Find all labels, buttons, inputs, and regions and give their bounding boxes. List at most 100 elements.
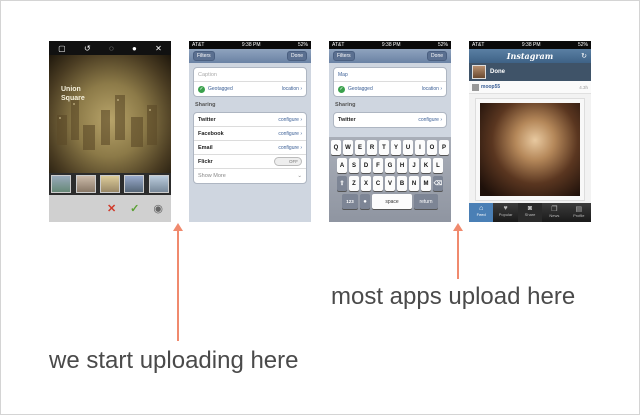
caption-group: Caption ✓ Geotagged location › <box>193 67 307 97</box>
caption-input[interactable]: Map <box>334 68 446 82</box>
caption-value: Map <box>338 71 348 78</box>
status-carrier: AT&T <box>332 42 345 48</box>
key[interactable]: Y <box>391 140 401 155</box>
done-button[interactable]: Done <box>427 51 447 61</box>
key[interactable]: W <box>343 140 353 155</box>
key[interactable]: P <box>439 140 449 155</box>
tab-label: Feed <box>476 212 486 217</box>
key[interactable]: A <box>337 158 347 173</box>
sharing-group: Twitter configure › <box>333 112 447 128</box>
key[interactable]: R <box>367 140 377 155</box>
eye-icon[interactable]: ◉ <box>153 202 163 215</box>
microphone-icon: ● <box>363 198 367 205</box>
return-key[interactable]: return <box>414 194 438 209</box>
filter-thumb[interactable] <box>148 175 169 193</box>
geotag-row[interactable]: ✓ Geotagged location › <box>194 82 306 96</box>
confirm-icon[interactable]: ✓ <box>130 202 139 215</box>
numbers-key[interactable]: 123 <box>342 194 358 209</box>
key[interactable]: N <box>409 176 419 191</box>
refresh-icon[interactable]: ↻ <box>581 52 587 60</box>
key[interactable]: L <box>433 158 443 173</box>
key[interactable]: C <box>373 176 383 191</box>
tab-share[interactable]: ◙ Share <box>517 203 543 222</box>
key[interactable]: D <box>361 158 371 173</box>
key[interactable]: G <box>385 158 395 173</box>
filter-thumb[interactable] <box>75 175 96 193</box>
tab-label: News <box>549 213 560 218</box>
flickr-toggle[interactable]: OFF <box>274 157 302 166</box>
sharing-row-email[interactable]: Email configure › <box>194 141 306 155</box>
space-key[interactable]: space <box>372 194 412 209</box>
key[interactable]: F <box>373 158 383 173</box>
check-icon: ✓ <box>338 85 345 93</box>
check-icon: ✓ <box>198 85 205 93</box>
sharing-row-twitter[interactable]: Twitter configure › <box>194 113 306 127</box>
key[interactable]: M <box>421 176 431 191</box>
cancel-icon[interactable]: ✕ <box>107 202 116 215</box>
filters-button[interactable]: Filters <box>193 51 215 61</box>
status-bar: AT&T 9:38 PM 52% <box>469 41 591 49</box>
sharing-label: Sharing <box>335 102 356 108</box>
tab-feed[interactable]: ⌂ Feed <box>469 203 494 222</box>
key[interactable]: Q <box>331 140 341 155</box>
sharing-row-twitter[interactable]: Twitter configure › <box>334 113 446 127</box>
chevron-right-icon: › <box>440 86 442 92</box>
upload-done-bar: Done <box>469 63 591 81</box>
close-icon[interactable]: ✕ <box>155 44 162 53</box>
mic-key[interactable]: ● <box>360 194 370 209</box>
shift-key[interactable]: ⇧ <box>337 176 347 191</box>
key[interactable]: S <box>349 158 359 173</box>
post-header: moop55 4.3h <box>469 81 591 94</box>
arrow-line-right <box>457 230 459 279</box>
filter-thumb[interactable] <box>99 175 120 193</box>
tab-popular[interactable]: ♥ Popular <box>493 203 517 222</box>
key[interactable]: T <box>379 140 389 155</box>
post-photo[interactable] <box>475 98 585 201</box>
tab-profile[interactable]: ▤ Profile <box>567 203 591 222</box>
heart-icon: ♥ <box>503 205 508 212</box>
filters-button[interactable]: Filters <box>333 51 355 61</box>
keyboard: Q W E R T Y U I O P A S D F G H J K L ⇧ … <box>329 137 451 222</box>
key[interactable]: H <box>397 158 407 173</box>
tab-label: Popular <box>498 212 513 217</box>
key[interactable]: O <box>427 140 437 155</box>
caption-input[interactable]: Caption <box>194 68 306 82</box>
key[interactable]: X <box>361 176 371 191</box>
tab-news[interactable]: ❐ News <box>542 203 566 222</box>
sharing-row-facebook[interactable]: Facebook configure › <box>194 127 306 141</box>
editor-bottombar: ✕ ✓ ◉ <box>49 195 171 222</box>
news-icon: ❐ <box>551 206 558 213</box>
show-more-row[interactable]: Show More ⌄ <box>194 169 306 183</box>
status-bar: AT&T 9:38 PM 52% <box>329 41 451 49</box>
geotagged-label: Geotagged <box>348 85 373 92</box>
filter-thumb[interactable] <box>124 175 145 193</box>
avatar[interactable] <box>472 83 479 91</box>
nav-bar: Filters Done <box>329 49 451 63</box>
username[interactable]: moop55 <box>481 84 500 90</box>
drop-icon[interactable]: ● <box>132 44 137 53</box>
geotag-row[interactable]: ✓ Geotagged location › <box>334 82 446 96</box>
location-label: location <box>281 86 299 92</box>
key[interactable]: J <box>409 158 419 173</box>
arrow-line-left <box>177 230 179 341</box>
key[interactable]: B <box>397 176 407 191</box>
done-label: Done <box>490 69 505 75</box>
tilt-shift-icon[interactable]: ◌ <box>109 44 114 53</box>
square-icon[interactable]: ▢ <box>58 44 66 53</box>
rotate-icon[interactable]: ↺ <box>84 44 91 53</box>
sharing-label: Sharing <box>195 102 216 108</box>
key[interactable]: Z <box>349 176 359 191</box>
app-title: Instagram <box>506 51 554 61</box>
key[interactable]: K <box>421 158 431 173</box>
key[interactable]: U <box>403 140 413 155</box>
key-row-1: Q W E R T Y U I O P <box>330 140 450 155</box>
share-keyboard-screen: AT&T 9:38 PM 52% Filters Done Map ✓ Geota… <box>329 41 451 222</box>
key[interactable]: V <box>385 176 395 191</box>
caption-right: most apps upload here <box>331 283 576 310</box>
key[interactable]: E <box>355 140 365 155</box>
filter-thumb[interactable] <box>51 175 72 193</box>
key[interactable]: I <box>415 140 425 155</box>
backspace-key[interactable]: ⌫ <box>433 176 443 191</box>
status-bar: AT&T 9:38 PM 52% <box>189 41 311 49</box>
done-button[interactable]: Done <box>287 51 307 61</box>
